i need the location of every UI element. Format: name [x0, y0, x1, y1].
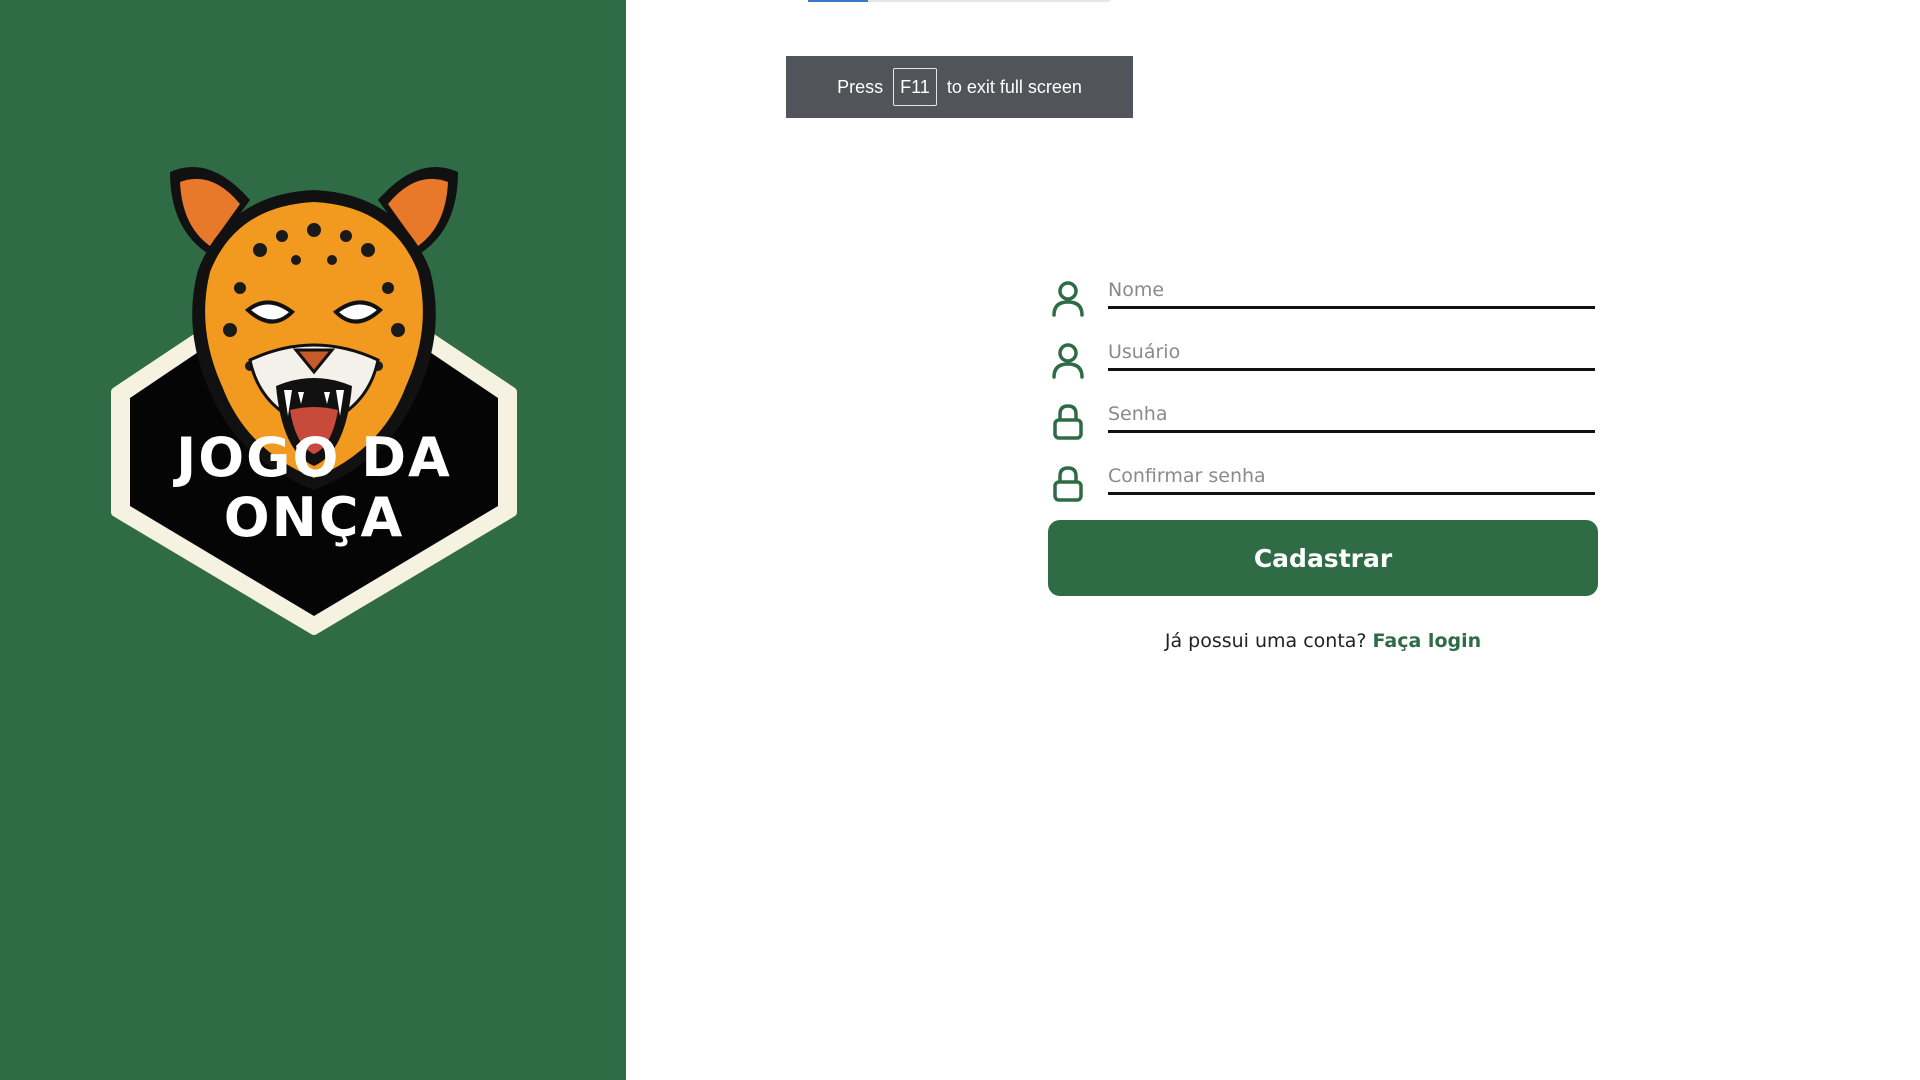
signup-form: Cadastrar Já possui uma conta? Faça logi… — [1048, 266, 1598, 652]
page-load-progress-fill — [808, 0, 869, 2]
svg-text:ONÇA: ONÇA — [224, 486, 405, 549]
brand-panel: JOGO DA ONÇA — [0, 0, 626, 1080]
lock-icon — [1053, 466, 1083, 502]
register-button[interactable]: Cadastrar — [1048, 520, 1598, 596]
fullscreen-notice-prefix: Press — [837, 76, 884, 97]
svg-text:JOGO DA: JOGO DA — [172, 426, 452, 489]
fullscreen-notice: Press F11 to exit full screen — [786, 56, 1133, 118]
lock-icon — [1053, 404, 1083, 440]
confirm-password-row — [1048, 452, 1598, 514]
name-input[interactable] — [1108, 274, 1595, 309]
jogo-da-onca-logo: JOGO DA ONÇA — [111, 166, 517, 635]
password-row — [1048, 390, 1598, 452]
login-prompt: Já possui uma conta? Faça login — [1048, 630, 1598, 652]
user-icon — [1052, 343, 1084, 379]
f11-key-badge: F11 — [893, 68, 937, 106]
fullscreen-notice-suffix: to exit full screen — [946, 76, 1082, 97]
password-input[interactable] — [1108, 398, 1595, 433]
confirm-password-input[interactable] — [1108, 460, 1595, 495]
page-load-progress — [808, 0, 1110, 2]
login-prompt-text: Já possui uma conta? — [1164, 630, 1367, 652]
name-row — [1048, 266, 1598, 328]
user-icon — [1052, 281, 1084, 317]
username-input[interactable] — [1108, 336, 1595, 371]
login-link[interactable]: Faça login — [1373, 630, 1482, 652]
username-row — [1048, 328, 1598, 390]
